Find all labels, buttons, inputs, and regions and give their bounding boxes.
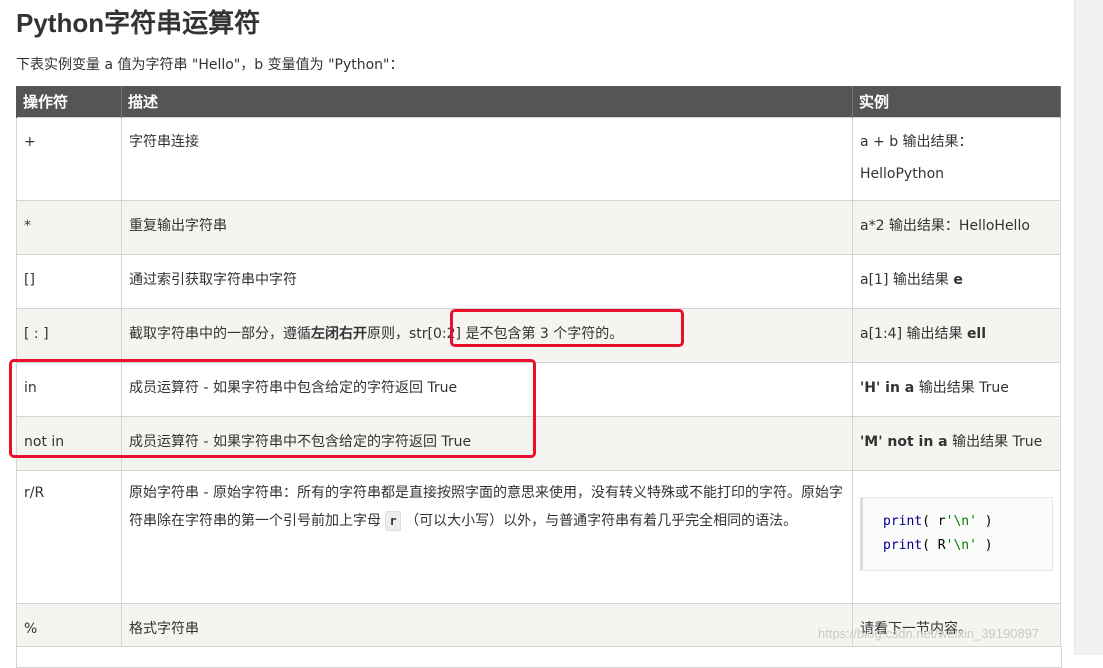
code-function: print bbox=[883, 538, 923, 553]
highlight-annotation-slice bbox=[450, 309, 684, 347]
example-line: HelloPython bbox=[860, 166, 945, 182]
example-cell: a + b 输出结果： HelloPython bbox=[852, 117, 1061, 201]
code-function: print bbox=[883, 514, 923, 529]
example-cell: 'M' not in a 输出结果 True bbox=[852, 416, 1061, 471]
example-bold: e bbox=[953, 272, 963, 288]
example-bold: 'M' not in a bbox=[860, 434, 948, 450]
desc-bold: 左闭右开 bbox=[311, 326, 367, 342]
table-row: [] 通过索引获取字符串中字符 a[1] 输出结果 e bbox=[16, 254, 1061, 309]
header-description: 描述 bbox=[121, 86, 853, 118]
code-block: print( r'\n' ) print( R'\n' ) bbox=[860, 497, 1053, 571]
desc-text: 截取字符串中的一部分，遵循 bbox=[129, 326, 311, 342]
example-bold: 'H' in a bbox=[860, 380, 915, 396]
code-line: print( R'\n' ) bbox=[883, 534, 1032, 558]
code-text: ) bbox=[976, 538, 993, 553]
example-text: 输出结果 True bbox=[914, 380, 1009, 396]
code-string: '\n' bbox=[945, 514, 977, 529]
op-cell: r/R bbox=[16, 470, 122, 604]
code-text: ( R bbox=[922, 538, 946, 553]
example-cell: a[1:4] 输出结果 ell bbox=[852, 308, 1061, 363]
watermark-text: https://blog.csdn.net/weixin_39190897 bbox=[818, 626, 1040, 641]
op-cell: [] bbox=[16, 254, 122, 309]
inline-code: r bbox=[385, 511, 401, 531]
example-text: 输出结果 True bbox=[947, 434, 1043, 450]
next-content-box bbox=[16, 646, 1062, 668]
header-operator: 操作符 bbox=[16, 86, 122, 118]
example-text: a[1:4] 输出结果 bbox=[860, 326, 967, 342]
header-example: 实例 bbox=[852, 86, 1061, 118]
intro-text: 下表实例变量 a 值为字符串 "Hello"，b 变量值为 "Python"： bbox=[16, 57, 404, 73]
table-row: + 字符串连接 a + b 输出结果： HelloPython bbox=[16, 117, 1061, 201]
example-cell: a*2 输出结果：HelloHello bbox=[852, 200, 1061, 255]
code-text: ) bbox=[976, 514, 993, 529]
example-text: a[1] 输出结果 bbox=[860, 272, 954, 288]
example-cell: print( r'\n' ) print( R'\n' ) bbox=[852, 470, 1061, 604]
page-title: Python字符串运算符 bbox=[16, 8, 261, 38]
example-line: a + b 输出结果： bbox=[860, 134, 973, 150]
op-cell: + bbox=[16, 117, 122, 201]
desc-cell: 原始字符串 - 原始字符串：所有的字符串都是直接按照字面的意思来使用，没有转义特… bbox=[121, 470, 853, 604]
desc-cell: 通过索引获取字符串中字符 bbox=[121, 254, 853, 309]
example-cell: 'H' in a 输出结果 True bbox=[852, 362, 1061, 417]
table-row: r/R 原始字符串 - 原始字符串：所有的字符串都是直接按照字面的意思来使用，没… bbox=[16, 470, 1061, 604]
table-header-row: 操作符 描述 实例 bbox=[16, 86, 1061, 118]
example-cell: a[1] 输出结果 e bbox=[852, 254, 1061, 309]
desc-cell: 重复输出字符串 bbox=[121, 200, 853, 255]
example-bold: ell bbox=[966, 326, 987, 342]
code-string: '\n' bbox=[945, 538, 977, 553]
desc-text: 原则， bbox=[367, 326, 409, 342]
code-line: print( r'\n' ) bbox=[883, 510, 1032, 534]
desc-text: （可以大小写）以外，与普通字符串有着几乎完全相同的语法。 bbox=[400, 513, 798, 529]
op-cell: * bbox=[16, 200, 122, 255]
highlight-annotation-membership bbox=[9, 359, 536, 458]
code-text: ( r bbox=[922, 514, 946, 529]
scrollbar[interactable] bbox=[1074, 0, 1103, 655]
table-row: * 重复输出字符串 a*2 输出结果：HelloHello bbox=[16, 200, 1061, 255]
op-cell: [ : ] bbox=[16, 308, 122, 363]
desc-cell: 字符串连接 bbox=[121, 117, 853, 201]
